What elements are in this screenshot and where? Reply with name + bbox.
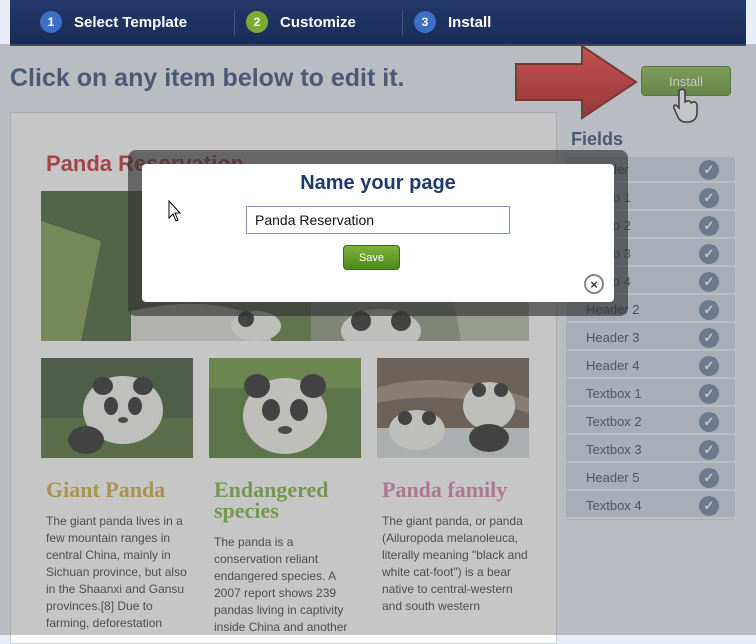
step-label: Install (448, 13, 492, 31)
step-number: 2 (246, 11, 268, 33)
step-label: Customize (280, 13, 356, 31)
step-select-template[interactable]: 1 Select Template (40, 0, 187, 44)
dialog-title: Name your page (300, 172, 456, 194)
name-page-dialog: Name your page Save × (142, 164, 614, 302)
save-button[interactable]: Save (343, 245, 400, 270)
step-label: Select Template (74, 13, 188, 31)
pointer-cursor-icon (168, 200, 182, 222)
step-number: 3 (414, 11, 436, 33)
step-customize[interactable]: 2 Customize (246, 0, 356, 44)
step-number: 1 (40, 11, 62, 33)
step-divider (402, 10, 403, 36)
wizard-steps-bar: 1 Select Template 2 Customize 3 Install (10, 0, 746, 46)
step-install[interactable]: 3 Install (414, 0, 491, 44)
modal-backdrop[interactable] (0, 44, 756, 635)
page-name-input[interactable] (246, 206, 510, 234)
step-divider (234, 10, 235, 36)
close-icon[interactable]: × (584, 274, 604, 294)
